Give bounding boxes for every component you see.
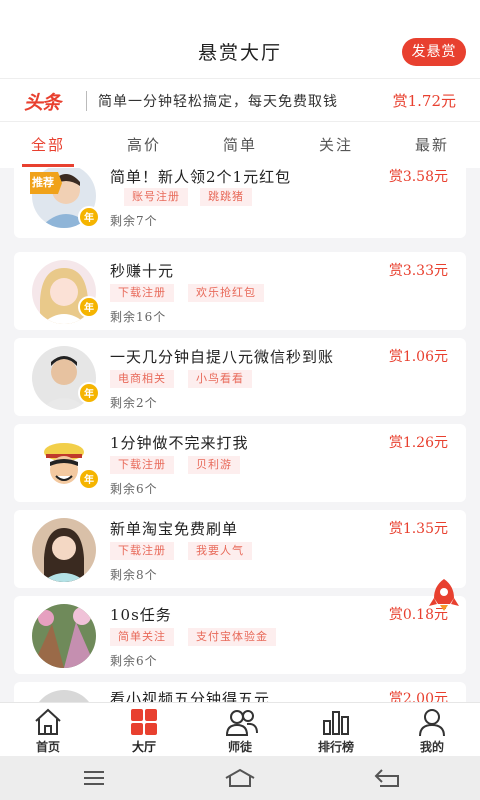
nav-me-label: 我的 bbox=[419, 740, 444, 754]
nav-mentor[interactable]: 师徒 bbox=[192, 703, 288, 757]
active-tab-indicator bbox=[22, 164, 74, 167]
task-card[interactable]: 年 秒赚十元 赏3.33元 下载注册 欢乐抢红包 剩余16个 bbox=[14, 252, 466, 330]
year-badge: 年 bbox=[78, 296, 100, 318]
back-to-top-rocket-button[interactable] bbox=[428, 578, 460, 612]
task-title: 新单淘宝免费刷单 bbox=[110, 520, 239, 538]
year-badge: 年 bbox=[78, 468, 100, 490]
task-title: 一天几分钟自提八元微信秒到账 bbox=[110, 348, 335, 366]
task-card[interactable]: 推荐 年 简单！新人领2个1元红包 赏3.58元 账号注册 跳跳猪 剩余7个 bbox=[14, 168, 466, 238]
toutiao-logo: 头条 bbox=[24, 92, 61, 114]
task-tag: 下载注册 bbox=[110, 284, 174, 302]
tab-following[interactable]: 关注 bbox=[288, 134, 384, 155]
person-icon bbox=[419, 709, 445, 737]
bar-chart-icon bbox=[323, 711, 349, 735]
task-reward: 赏1.06元 bbox=[388, 349, 448, 365]
post-bounty-button[interactable]: 发悬赏 bbox=[402, 38, 466, 66]
avatar bbox=[32, 518, 96, 582]
task-tag: 下载注册 bbox=[110, 456, 174, 474]
task-card[interactable]: 年 一天几分钟自提八元微信秒到账 赏1.06元 电商相关 小鸟看看 剩余2个 bbox=[14, 338, 466, 416]
task-title: 简单！新人领2个1元红包 bbox=[110, 168, 292, 186]
filter-tabs: 全部 高价 简单 关注 最新 bbox=[0, 122, 480, 168]
tab-high-price[interactable]: 高价 bbox=[96, 134, 192, 155]
task-card[interactable]: 10s任务 赏0.18元 简单关注 支付宝体验金 剩余6个 bbox=[14, 596, 466, 674]
system-home-icon[interactable] bbox=[224, 768, 256, 788]
task-list[interactable]: 推荐 年 简单！新人领2个1元红包 赏3.58元 账号注册 跳跳猪 剩余7个 年… bbox=[0, 168, 480, 702]
banner-text: 简单一分钟轻松搞定，每天免费取钱 bbox=[98, 94, 338, 110]
rocket-icon bbox=[429, 579, 459, 611]
menu-icon[interactable] bbox=[82, 770, 106, 786]
task-title: 1分钟做不完来打我 bbox=[110, 434, 249, 452]
task-remaining: 剩余7个 bbox=[110, 214, 158, 228]
task-card[interactable]: 年 1分钟做不完来打我 赏1.26元 下载注册 贝利游 剩余6个 bbox=[14, 424, 466, 502]
task-reward: 赏3.33元 bbox=[388, 263, 448, 279]
task-tag: 简单关注 bbox=[110, 628, 174, 646]
task-reward: 赏1.35元 bbox=[388, 521, 448, 537]
task-tag: 支付宝体验金 bbox=[188, 628, 276, 646]
task-tag: 欢乐抢红包 bbox=[188, 284, 264, 302]
banner-reward: 赏1.72元 bbox=[392, 92, 456, 110]
grid-icon bbox=[131, 709, 157, 735]
task-tag: 我要人气 bbox=[188, 542, 252, 560]
recommend-badge-label: 推荐 bbox=[32, 176, 54, 189]
avatar bbox=[32, 604, 96, 668]
nav-mentor-label: 师徒 bbox=[227, 740, 252, 754]
banner-divider bbox=[86, 91, 87, 111]
task-remaining: 剩余6个 bbox=[110, 482, 158, 496]
task-remaining: 剩余6个 bbox=[110, 654, 158, 668]
year-badge: 年 bbox=[78, 382, 100, 404]
bottom-nav: 首页 大厅 师徒 排行榜 我的 bbox=[0, 702, 480, 756]
nav-leaderboard[interactable]: 排行榜 bbox=[288, 703, 384, 757]
nav-home[interactable]: 首页 bbox=[0, 703, 96, 757]
task-title: 看小视频五分钟得五元 bbox=[110, 690, 271, 702]
nav-me[interactable]: 我的 bbox=[384, 703, 480, 757]
header: 悬赏大厅 发悬赏 bbox=[0, 0, 480, 78]
task-title: 10s任务 bbox=[110, 606, 172, 624]
people-icon bbox=[225, 710, 258, 736]
nav-leaderboard-label: 排行榜 bbox=[317, 740, 354, 754]
nav-hall-label: 大厅 bbox=[131, 740, 156, 754]
task-remaining: 剩余2个 bbox=[110, 396, 158, 410]
task-reward: 赏2.00元 bbox=[388, 691, 448, 702]
nav-home-label: 首页 bbox=[35, 740, 60, 754]
home-icon bbox=[35, 708, 61, 735]
tab-simple[interactable]: 简单 bbox=[192, 134, 288, 155]
task-remaining: 剩余8个 bbox=[110, 568, 158, 582]
nav-hall[interactable]: 大厅 bbox=[96, 703, 192, 757]
task-tag: 电商相关 bbox=[110, 370, 174, 388]
tab-all[interactable]: 全部 bbox=[0, 134, 96, 155]
task-tag: 账号注册 bbox=[124, 188, 188, 206]
task-tag: 下载注册 bbox=[110, 542, 174, 560]
task-remaining: 剩余16个 bbox=[110, 310, 167, 324]
task-title: 秒赚十元 bbox=[110, 262, 175, 280]
system-back-icon[interactable] bbox=[374, 768, 400, 788]
task-tag: 跳跳猪 bbox=[200, 188, 252, 206]
task-reward: 赏3.58元 bbox=[388, 169, 448, 185]
task-tag: 贝利游 bbox=[188, 456, 240, 474]
system-nav-bar bbox=[0, 756, 480, 800]
task-card[interactable]: 看小视频五分钟得五元 赏2.00元 bbox=[14, 682, 466, 702]
avatar bbox=[32, 690, 96, 702]
promo-banner[interactable]: 头条 简单一分钟轻松搞定，每天免费取钱 赏1.72元 bbox=[0, 78, 480, 122]
tab-newest[interactable]: 最新 bbox=[384, 134, 480, 155]
task-card[interactable]: 新单淘宝免费刷单 赏1.35元 下载注册 我要人气 剩余8个 bbox=[14, 510, 466, 588]
year-badge: 年 bbox=[78, 206, 100, 228]
task-tag: 小鸟看看 bbox=[188, 370, 252, 388]
task-reward: 赏1.26元 bbox=[388, 435, 448, 451]
